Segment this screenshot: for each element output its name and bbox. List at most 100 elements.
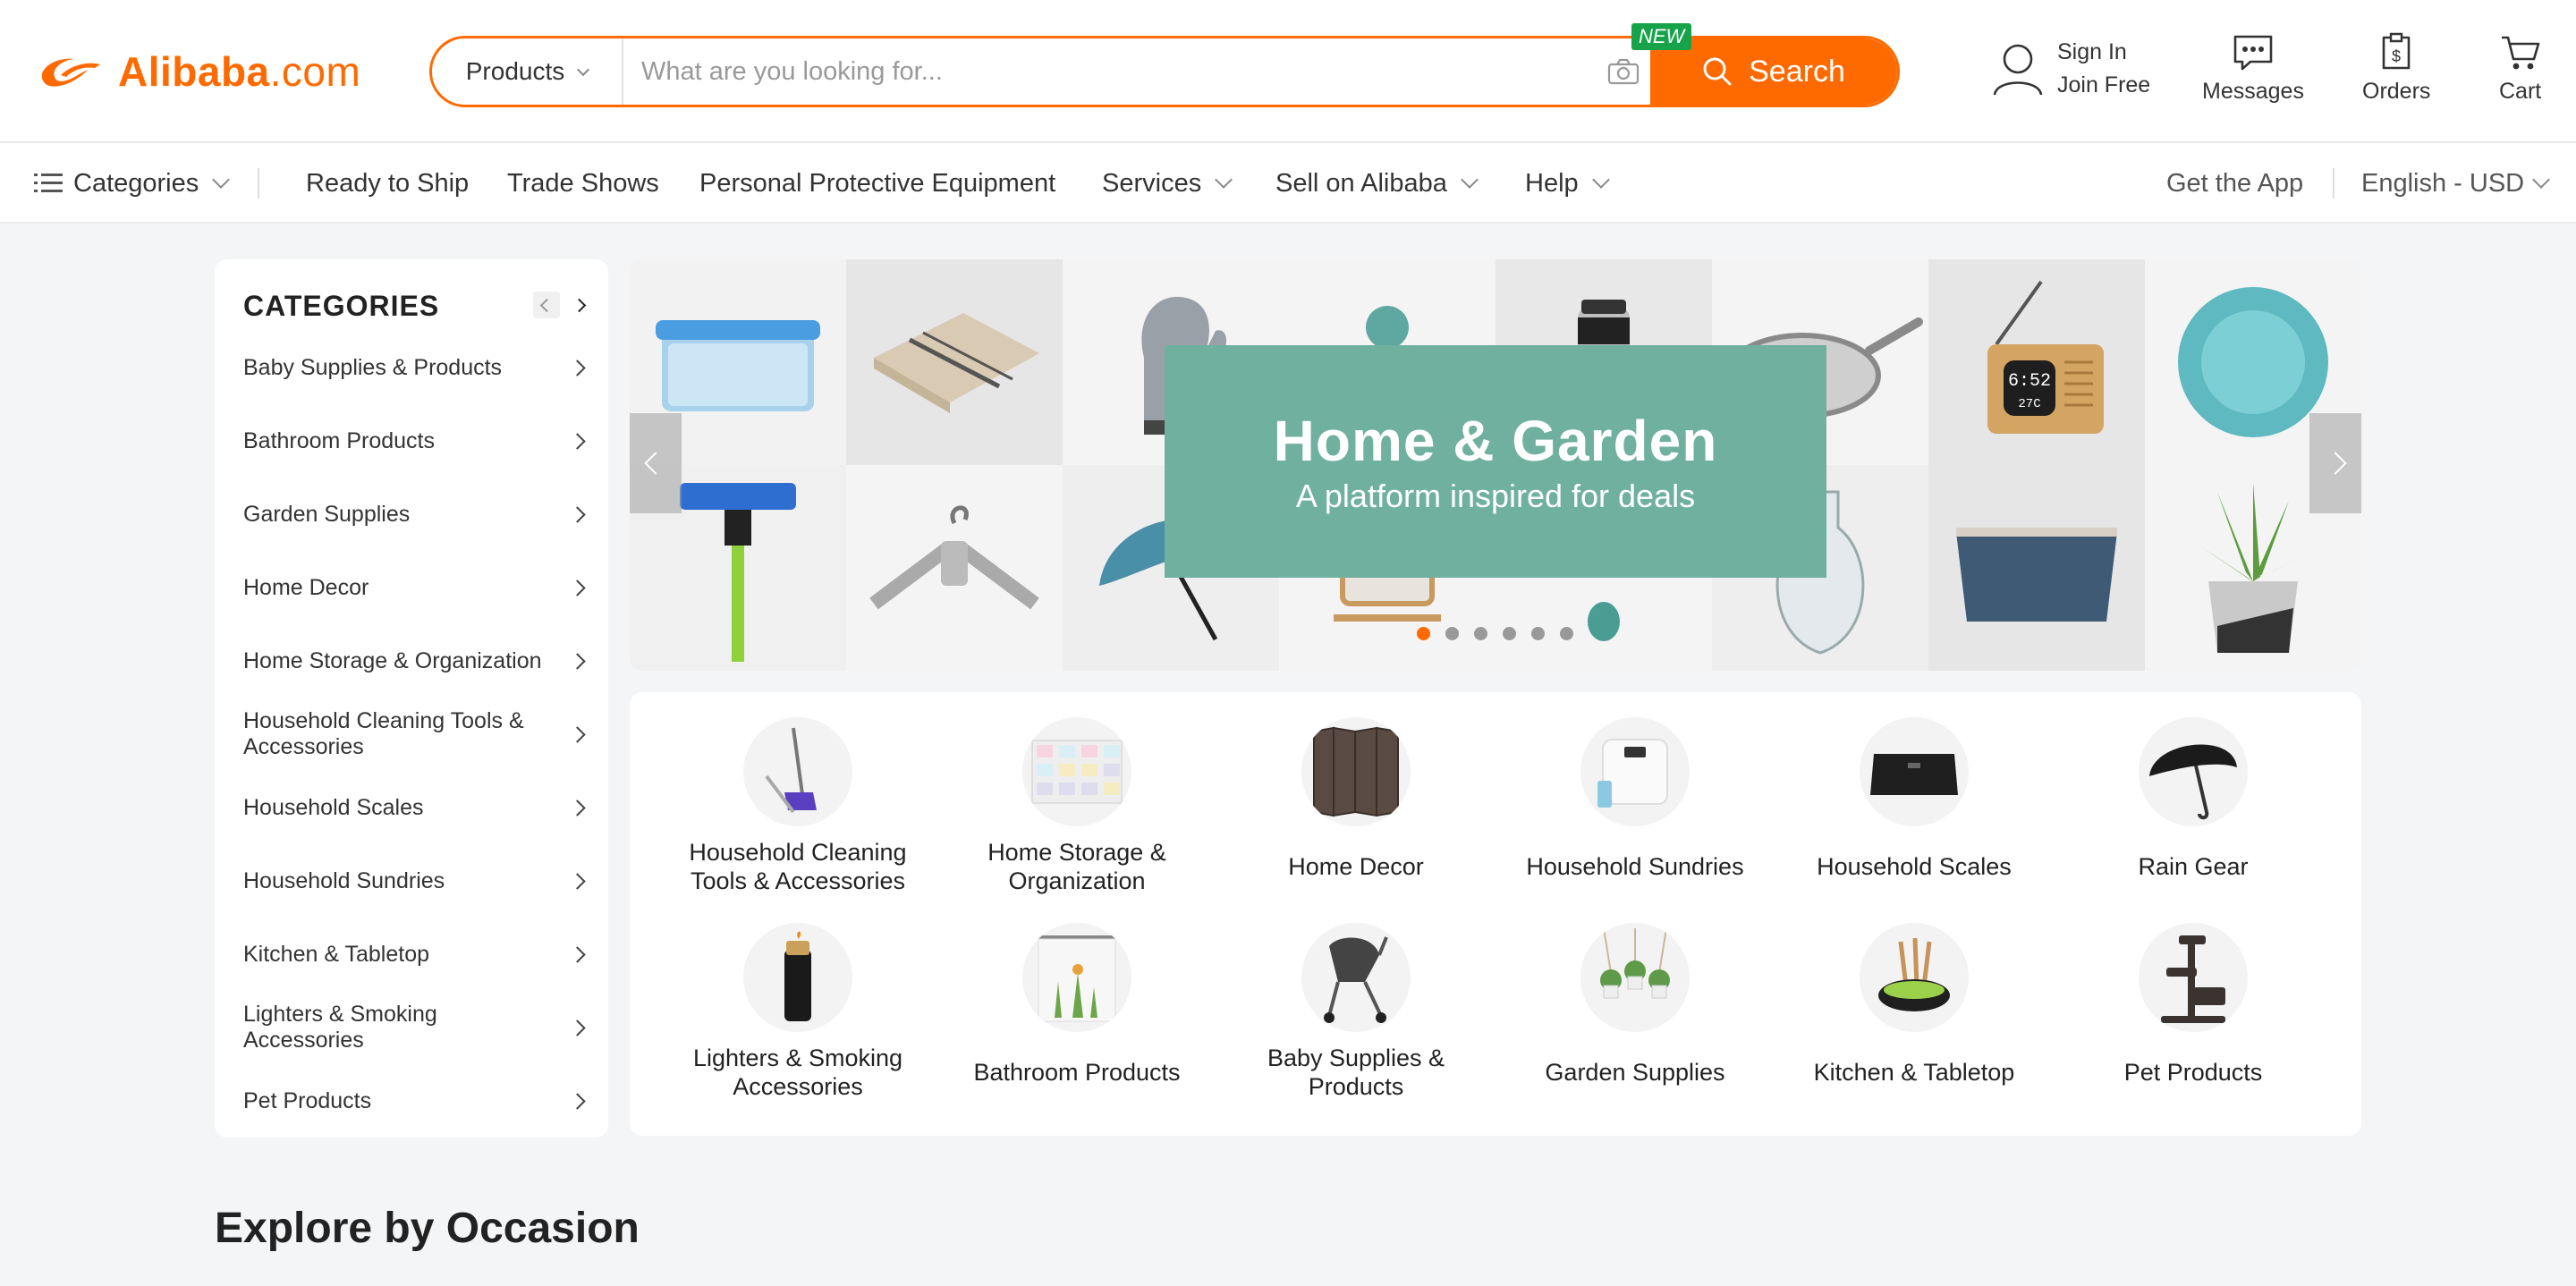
sidebar-item-home-decor[interactable]: Home Decor (215, 551, 608, 624)
cart-icon (2501, 36, 2539, 70)
shower-curtain-icon (1022, 923, 1131, 1032)
nav-trade-shows[interactable]: Trade Shows (507, 143, 659, 224)
sign-in-area[interactable]: Sign In Join Free (1991, 39, 2150, 98)
messages-icon (2233, 35, 2273, 71)
grid-item-label: Baby Supplies & Products (1267, 1045, 1445, 1100)
grid-item-bathroom-products[interactable]: Bathroom Products (947, 923, 1207, 1102)
sidebar-item-garden-supplies[interactable]: Garden Supplies (215, 478, 608, 551)
digital-scale-icon (1860, 717, 1969, 826)
sidebar-item-pet-products[interactable]: Pet Products (215, 1064, 608, 1138)
nav-get-app-label: Get the App (2166, 168, 2304, 198)
banner-next-button[interactable] (2309, 413, 2361, 513)
bathroom-scale-icon (1580, 717, 1690, 826)
nav-get-app[interactable]: Get the App (2166, 143, 2303, 224)
nav-categories-label: Categories (73, 168, 199, 198)
chevron-right-icon (569, 505, 586, 523)
nav-services[interactable]: Services (1102, 143, 1233, 224)
sidebar-item-household-scales[interactable]: Household Scales (215, 771, 608, 844)
sidebar-next-button[interactable] (565, 292, 592, 318)
storage-basket-image (1928, 465, 2145, 671)
section-title-explore: Explore by Occasion (215, 1205, 640, 1252)
grid-item-label: Garden Supplies (1545, 1059, 1725, 1087)
grid-item-baby-supplies[interactable]: Baby Supplies & Products (1226, 923, 1486, 1102)
grid-item-lighters[interactable]: Lighters & Smoking Accessories (668, 923, 928, 1102)
sidebar-title: CATEGORIES (243, 290, 440, 322)
alibaba-logo-icon (41, 58, 100, 87)
nav-sell[interactable]: Sell on Alibaba (1275, 143, 1479, 224)
banner-prev-button[interactable] (630, 413, 682, 513)
grid-item-rain-gear[interactable]: Rain Gear (2063, 717, 2323, 896)
orders-button[interactable]: $ Orders (2362, 32, 2430, 105)
sidebar-item-label: Bathroom Products (243, 427, 435, 453)
nav-locale-label: English - USD (2361, 168, 2525, 198)
sidebar-item-household-sundries[interactable]: Household Sundries (215, 844, 608, 918)
banner-dot[interactable] (1531, 627, 1545, 640)
banner-subtitle: A platform inspired for deals (1295, 478, 1696, 514)
umbrella-icon (2139, 717, 2248, 826)
categories-sidebar: CATEGORIES Baby Supplies & Products Bath… (215, 259, 608, 1138)
nav-locale-select[interactable]: English - USD (2361, 143, 2551, 224)
lighter-icon (743, 923, 852, 1032)
sidebar-item-kitchen-tabletop[interactable]: Kitchen & Tabletop (215, 918, 608, 991)
list-icon (34, 173, 63, 192)
chevron-down-icon (2532, 171, 2551, 189)
nav-ready-to-ship[interactable]: Ready to Ship (306, 143, 469, 224)
sidebar-item-lighters[interactable]: Lighters & Smoking Accessories (215, 991, 608, 1064)
nav-help[interactable]: Help (1525, 143, 1610, 224)
broom-icon (743, 717, 852, 826)
stroller-icon (1301, 923, 1411, 1032)
grid-item-household-scales[interactable]: Household Scales (1784, 717, 2044, 896)
chevron-down-icon (1215, 171, 1233, 189)
chevron-right-icon (569, 359, 586, 376)
search-category-select[interactable]: Products (432, 38, 623, 105)
grid-item-home-storage[interactable]: Home Storage & Organization (947, 717, 1207, 896)
cart-label: Cart (2499, 79, 2542, 104)
sidebar-item-label: Household Scales (243, 794, 424, 820)
sidebar-prev-button[interactable] (533, 292, 560, 318)
messages-button[interactable]: Messages (2202, 34, 2304, 105)
nav-help-label: Help (1525, 168, 1579, 198)
sidebar-item-label: Home Decor (243, 574, 369, 600)
chevron-left-icon (539, 298, 554, 312)
chevron-right-icon (569, 799, 586, 816)
chevron-right-icon (569, 725, 586, 743)
banner-dot[interactable] (1445, 627, 1459, 640)
sidebar-item-home-storage[interactable]: Home Storage & Organization (215, 624, 608, 698)
search-input[interactable] (623, 38, 1597, 105)
cart-button[interactable]: Cart (2499, 34, 2541, 105)
sidebar-item-label: Kitchen & Tabletop (243, 941, 430, 967)
grid-item-kitchen-tabletop[interactable]: Kitchen & Tabletop (1784, 923, 2044, 1102)
banner-dot[interactable] (1503, 627, 1516, 640)
grid-item-cleaning-tools[interactable]: Household Cleaning Tools & Accessories (668, 717, 928, 896)
join-free-link[interactable]: Join Free (2057, 72, 2150, 98)
search-icon (1703, 57, 1732, 86)
grid-item-home-decor[interactable]: Home Decor (1226, 717, 1486, 896)
svg-text:6:52: 6:52 (2008, 371, 2051, 392)
main-nav: Categories Ready to Ship Trade Shows Per… (0, 143, 2576, 224)
grid-item-garden-supplies[interactable]: Garden Supplies (1505, 923, 1765, 1102)
nav-trade-shows-label: Trade Shows (507, 168, 659, 198)
chevron-right-icon (569, 945, 586, 963)
grid-item-household-sundries[interactable]: Household Sundries (1505, 717, 1765, 896)
alibaba-logo[interactable]: Alibaba.com (34, 45, 360, 98)
nav-categories[interactable]: Categories (34, 143, 231, 224)
banner-dot[interactable] (1474, 627, 1487, 640)
nav-ppe[interactable]: Personal Protective Equipment (699, 143, 1055, 224)
hero-banner[interactable]: 6:52 27C Home & Garden A platform inspir… (630, 259, 2361, 671)
sidebar-item-label: Home Storage & Organization (243, 647, 542, 673)
orders-icon: $ (2382, 32, 2411, 70)
sidebar-item-baby-supplies[interactable]: Baby Supplies & Products (215, 331, 608, 404)
sidebar-item-cleaning-tools[interactable]: Household Cleaning Tools & Accessories (215, 698, 608, 771)
sign-in-link[interactable]: Sign In (2057, 39, 2150, 65)
banner-dot[interactable] (1560, 627, 1573, 640)
banner-dot[interactable] (1417, 627, 1430, 640)
sidebar-item-label: Lighters & Smoking Accessories (243, 1002, 437, 1053)
sidebar-item-label: Garden Supplies (243, 501, 411, 527)
sidebar-item-bathroom-products[interactable]: Bathroom Products (215, 404, 608, 478)
chevron-down-icon (577, 63, 590, 76)
folding-screen-icon (1301, 717, 1411, 826)
nav-ready-to-ship-label: Ready to Ship (306, 168, 470, 198)
sidebar-item-label: Household Sundries (243, 867, 445, 893)
cat-tree-icon (2139, 923, 2248, 1032)
grid-item-pet-products[interactable]: Pet Products (2063, 923, 2323, 1102)
